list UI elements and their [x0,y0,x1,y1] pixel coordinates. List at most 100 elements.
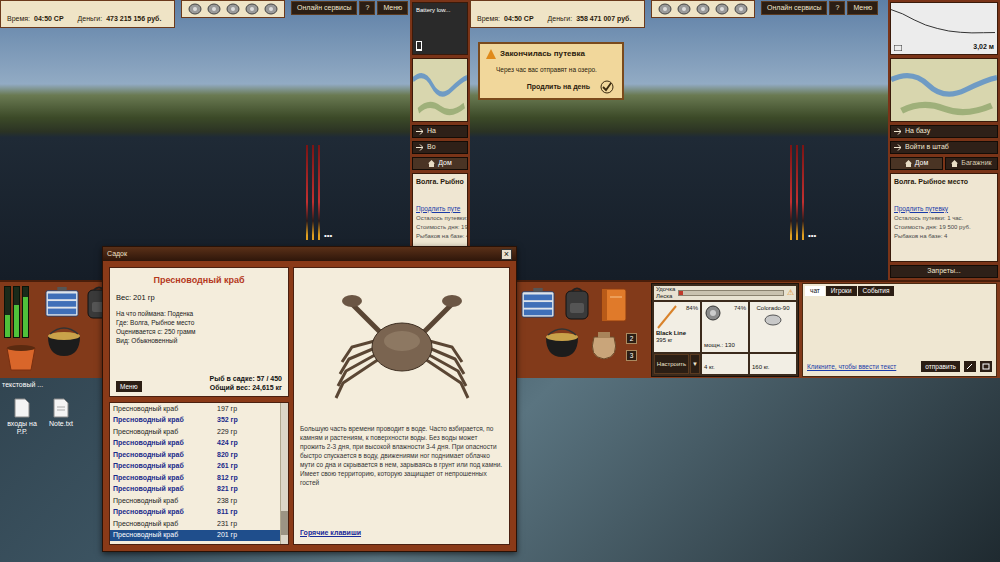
rod[interactable] [312,145,314,240]
extend-day-button[interactable]: Продлить на день [527,82,590,93]
rods[interactable] [790,145,804,240]
tackle-box-icon[interactable] [520,287,556,319]
weight-slot[interactable]: 160 кг. [750,354,796,374]
fish-row[interactable]: Пресноводный краб820 гр [110,449,280,461]
rod[interactable] [306,145,308,240]
chat-tab[interactable]: чат [805,286,825,296]
rod[interactable] [318,145,320,240]
popup-text: Через час вас отправят на озеро. [486,65,616,75]
fish-row[interactable]: Пресноводный краб821 гр [110,484,280,496]
trophy-icon[interactable] [715,3,729,15]
map-icon[interactable] [890,58,998,122]
rod[interactable] [796,145,798,240]
bucket-icon[interactable] [4,342,38,372]
chat-tabs: чатИгрокиСобытия [803,284,996,296]
fishing-scene[interactable]: Время:04:50 СРДеньги:358 471 007 руб.Онл… [470,0,888,280]
book-icon[interactable] [598,287,630,323]
trophy-icon[interactable] [207,3,221,15]
quick-slot[interactable]: 3 [626,350,637,361]
fish-row[interactable]: Пресноводный краб197 гр [110,403,280,415]
nav-button[interactable]: Войти в штаб [890,141,998,154]
lure-slot[interactable]: Colorado-90 [750,302,796,352]
trophy-icon[interactable] [245,3,259,15]
nav-button[interactable]: На [412,125,468,138]
scrollbar-thumb[interactable] [281,511,288,535]
trophy-icon[interactable] [264,3,278,15]
time: Время:04:50 СР [477,14,534,25]
fishing-scene[interactable]: Время:04:50 СРДеньги:473 215 156 руб.Онл… [0,0,410,280]
chat-input[interactable]: Кликните, чтобы ввести текст [807,362,917,372]
hud-button[interactable]: Онлайн сервисы [761,1,827,15]
fish-row[interactable]: Пресноводный краб424 гр [110,438,280,450]
house-icon [428,160,435,167]
fish-row[interactable]: Пресноводный краб352 гр [110,415,280,427]
dropdown-button[interactable]: ▼ [690,354,700,374]
hud-button[interactable]: Онлайн сервисы [291,1,357,15]
rod[interactable] [802,145,804,240]
tackle-box-icon[interactable] [44,286,80,318]
trophy-icon[interactable] [734,3,748,15]
fish-row[interactable]: Пресноводный краб201 гр [110,530,280,542]
fish-row[interactable]: Пресноводный краб231 гр [110,518,280,530]
map-icon[interactable] [412,58,468,122]
desktop-icon[interactable]: входы на Р.Р. [2,398,42,436]
reel-slot[interactable]: 74%мощн.: 130 [702,302,748,352]
fish-row[interactable]: Пресноводный краб229 гр [110,426,280,438]
trophy-icon[interactable] [188,3,202,15]
menu-button[interactable]: Меню [116,381,142,392]
location-tab[interactable]: Дом [890,157,943,170]
quick-slot[interactable]: 2 [626,333,637,344]
nav-button[interactable]: На базу [890,125,998,138]
location-tab[interactable]: Дом [412,157,468,170]
extend-ticket-link[interactable]: Продлить путе [416,204,464,214]
nav-button[interactable]: Во [412,141,468,154]
hud-buttons: Онлайн сервисы?Меню [291,0,408,15]
location-name: Волга. Рыбное место [894,177,994,188]
rod-icon [656,304,678,330]
extend-ticket-link[interactable]: Продлить путевку [894,204,994,214]
check-icon[interactable] [600,80,614,94]
desktop-icon-label[interactable]: текстовый ... [2,380,43,391]
scrollbar[interactable] [280,403,288,544]
cauldron-icon[interactable] [542,327,582,359]
bans-button[interactable]: Запреты... [890,265,998,278]
hotkeys-link[interactable]: Горячие клавиши [300,528,503,539]
dialog-titlebar[interactable]: Садок× [103,247,516,261]
bag-icon[interactable] [586,327,622,361]
house-icon [905,160,912,167]
shortcut-icon [14,398,30,418]
desktop-icon[interactable]: Note.txt [44,398,78,428]
hud-button[interactable]: Меню [377,1,408,15]
chat-tab[interactable]: События [858,286,895,296]
pencil-icon[interactable] [964,361,976,372]
fish-row[interactable]: Пресноводный краб812 гр [110,472,280,484]
fish-row[interactable]: Пресноводный краб811 гр [110,507,280,519]
rod[interactable] [790,145,792,240]
location-tab[interactable]: Багажник [945,157,998,170]
line-label: Леска [656,293,675,300]
window-icon[interactable] [980,361,992,372]
chat-tab[interactable]: Игроки [826,286,857,296]
send-button[interactable]: отправить [921,361,960,372]
setup-button[interactable]: Настроить [654,354,689,374]
fish-row[interactable]: Пресноводный краб261 гр [110,461,280,473]
inventory: 23 [520,283,648,377]
trophy-icon[interactable] [658,3,672,15]
rods[interactable] [306,145,320,240]
more-rods[interactable]: ••• [808,230,816,242]
weight-slot[interactable]: 4 кг. [702,354,748,374]
fish-row[interactable]: Пресноводный краб238 гр [110,495,280,507]
hud-button[interactable]: ? [829,1,845,15]
fish-detail: На что поймана: Поденка [116,309,282,318]
more-rods[interactable]: ••• [324,230,332,242]
close-button[interactable]: × [501,249,512,260]
trophy-icon[interactable] [696,3,710,15]
cauldron-icon[interactable] [44,326,84,358]
trophy-icon[interactable] [677,3,691,15]
rod-slot[interactable]: 84%Black Line395 кг [654,302,700,352]
backpack-icon[interactable] [562,287,592,321]
fish-card: Большую часть времени проводит в воде. Ч… [293,267,510,545]
trophy-icon[interactable] [226,3,240,15]
hud-button[interactable]: Меню [847,1,878,15]
hud-button[interactable]: ? [359,1,375,15]
